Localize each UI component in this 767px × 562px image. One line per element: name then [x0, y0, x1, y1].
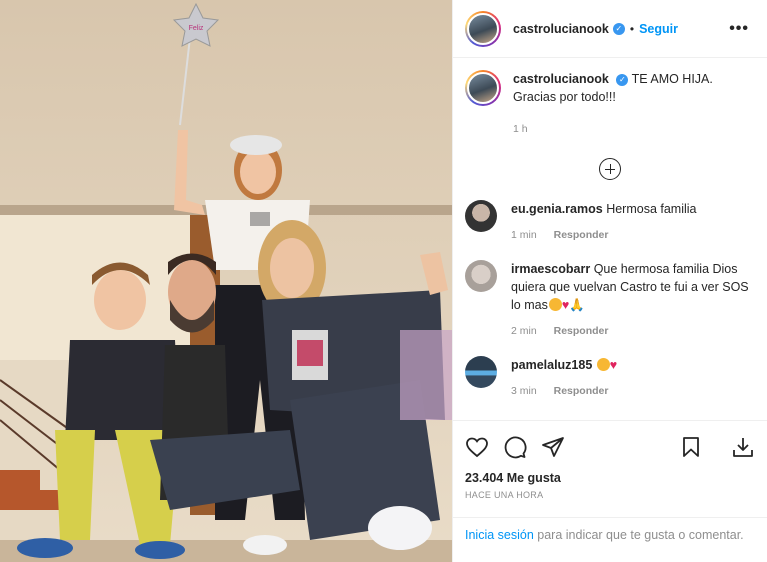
reply-button[interactable]: Responder: [554, 325, 609, 337]
login-prompt-text: para indicar que te gusta o comentar.: [533, 528, 744, 542]
reply-button[interactable]: Responder: [554, 229, 609, 241]
comment-username[interactable]: irmaescobarr: [511, 262, 590, 276]
praying-hands-emoji-icon: 🙏: [569, 298, 585, 312]
caption-avatar[interactable]: [465, 70, 501, 106]
login-prompt: Inicia sesión para indicar que te gusta …: [453, 517, 767, 552]
plus-circle-icon[interactable]: [599, 158, 621, 180]
heart-eyes-emoji-icon: [548, 298, 562, 311]
bookmark-icon[interactable]: [679, 435, 703, 459]
comment-time: 1 min: [511, 229, 537, 241]
comment-item: pamelaluz185 ♥ 3 min Responder: [453, 356, 767, 400]
caption-text-line2: Gracias por todo!!!: [513, 90, 616, 104]
caption-text-line1: TE AMO HIJA.: [631, 72, 713, 86]
commenter-avatar[interactable]: [465, 356, 497, 388]
balloon-text: Feliz: [189, 25, 204, 32]
post-caption: castrolucianook ✓ TE AMO HIJA. Gracias p…: [453, 58, 767, 138]
likes-count[interactable]: 23.404 Me gusta: [453, 467, 767, 485]
heart-eyes-emoji-icon: [596, 358, 610, 371]
reply-button[interactable]: Responder: [554, 385, 609, 397]
load-more-comments: [453, 158, 767, 180]
post-photo[interactable]: Feliz: [0, 0, 452, 562]
commenter-avatar[interactable]: [465, 260, 497, 292]
caption-username[interactable]: castrolucianook: [513, 72, 609, 86]
verified-badge-icon: ✓: [612, 22, 625, 35]
comment-username[interactable]: eu.genia.ramos: [511, 202, 603, 216]
post-side-panel: castrolucianook ✓ • Seguir ••• castroluc…: [452, 0, 767, 562]
comment-time: 3 min: [511, 385, 537, 397]
comment-time: 2 min: [511, 325, 537, 337]
comment-item: eu.genia.ramos Hermosa familia 1 min Res…: [453, 200, 767, 244]
login-link[interactable]: Inicia sesión: [465, 528, 534, 542]
post-actions-section: 23.404 Me gusta HACE UNA HORA: [453, 420, 767, 500]
comment-bubble-icon[interactable]: [503, 435, 527, 459]
comments-list: eu.genia.ramos Hermosa familia 1 min Res…: [453, 200, 767, 400]
caption-time: 1 h: [513, 123, 528, 135]
author-username[interactable]: castrolucianook: [513, 22, 609, 36]
family-photo-illustration: Feliz: [0, 0, 452, 562]
download-icon[interactable]: [731, 435, 755, 459]
share-paper-plane-icon[interactable]: [541, 435, 565, 459]
comment-username[interactable]: pamelaluz185: [511, 358, 592, 372]
separator-dot: •: [629, 21, 635, 36]
posted-ago: HACE UNA HORA: [465, 490, 544, 500]
like-heart-icon[interactable]: [465, 435, 489, 459]
author-avatar[interactable]: [465, 10, 501, 47]
commenter-avatar[interactable]: [465, 200, 497, 232]
more-options-icon[interactable]: •••: [723, 20, 755, 38]
verified-badge-icon: ✓: [616, 73, 629, 86]
follow-button[interactable]: Seguir: [639, 22, 678, 36]
red-heart-emoji-icon: ♥: [609, 358, 618, 372]
action-bar: [453, 421, 767, 467]
comment-item: irmaescobarr Que hermosa familia Dios qu…: [453, 260, 767, 340]
post-header: castrolucianook ✓ • Seguir •••: [453, 0, 767, 58]
comment-text: Hermosa familia: [606, 202, 697, 216]
